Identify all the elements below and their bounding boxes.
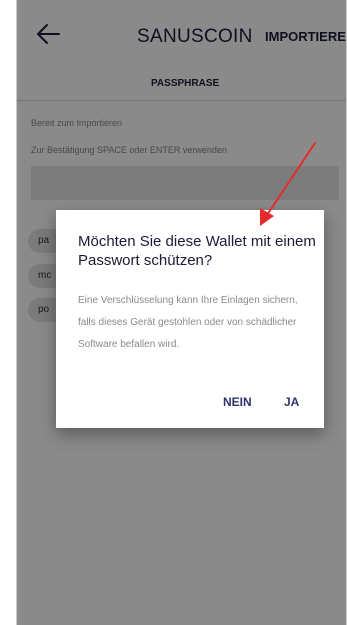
password-dialog: Möchten Sie diese Wallet mit einem Passw… xyxy=(56,210,324,428)
yes-button[interactable]: JA xyxy=(284,395,299,409)
no-button[interactable]: NEIN xyxy=(223,395,252,409)
dialog-title: Möchten Sie diese Wallet mit einem Passw… xyxy=(78,233,316,269)
dialog-message: Eine Verschlüsselung kann Ihre Einlagen … xyxy=(78,295,298,350)
app-screen: SANUSCOIN IMPORTIEREN PASSPHRASE Bereit … xyxy=(16,0,347,625)
